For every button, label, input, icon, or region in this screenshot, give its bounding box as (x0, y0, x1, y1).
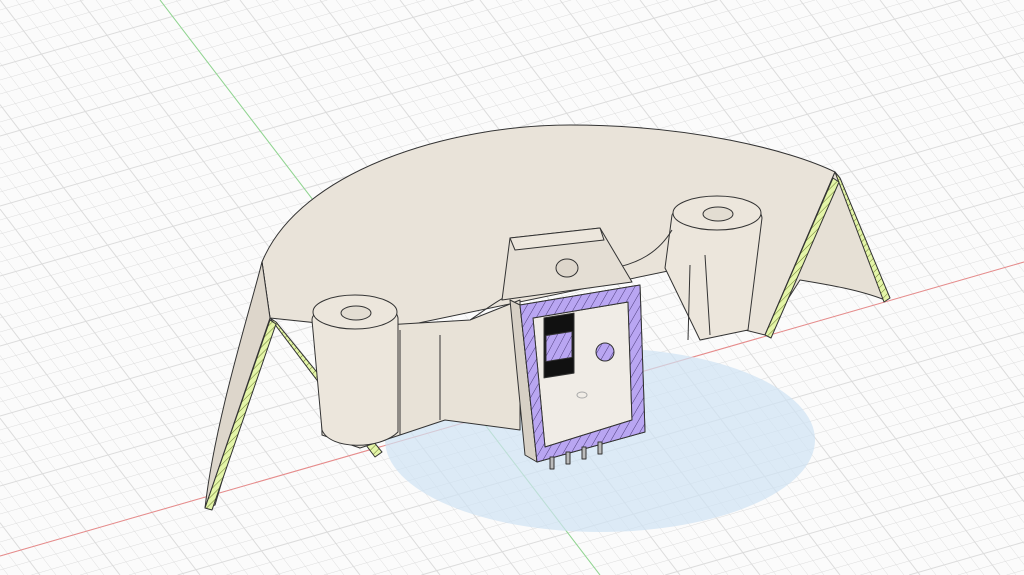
grid-line (911, 0, 1024, 147)
cad-viewport[interactable] (0, 0, 1024, 575)
grid-line (0, 397, 137, 575)
grid-line (0, 501, 57, 575)
scene[interactable] (0, 0, 1024, 575)
grid-line (991, 0, 1024, 42)
grid-line (943, 0, 1024, 105)
grid-line (860, 527, 1024, 575)
grid-line (975, 0, 1024, 63)
grid-line (0, 543, 25, 575)
grid-line (879, 0, 1024, 189)
grid-line (927, 0, 1024, 126)
grid-line (0, 376, 153, 575)
grid-line (0, 355, 169, 575)
grid-line (0, 0, 377, 109)
grid-line (0, 480, 73, 575)
grid-line (0, 167, 313, 575)
grid-line (762, 499, 1024, 575)
grid-line (0, 0, 474, 137)
grid-line (0, 0, 182, 53)
grid-line (0, 438, 105, 575)
grid-line (0, 459, 89, 575)
grid-line (847, 0, 1024, 231)
grid-line (0, 522, 41, 575)
grid-line (908, 541, 1024, 575)
grid-line (0, 313, 201, 575)
grid-line (0, 0, 523, 151)
grid-line (0, 0, 84, 25)
grid-line (0, 0, 231, 67)
grid-line (0, 417, 121, 575)
grid-line (0, 0, 133, 39)
grid-line (0, 125, 345, 575)
grid-line (0, 0, 425, 123)
grid-line (0, 146, 329, 575)
